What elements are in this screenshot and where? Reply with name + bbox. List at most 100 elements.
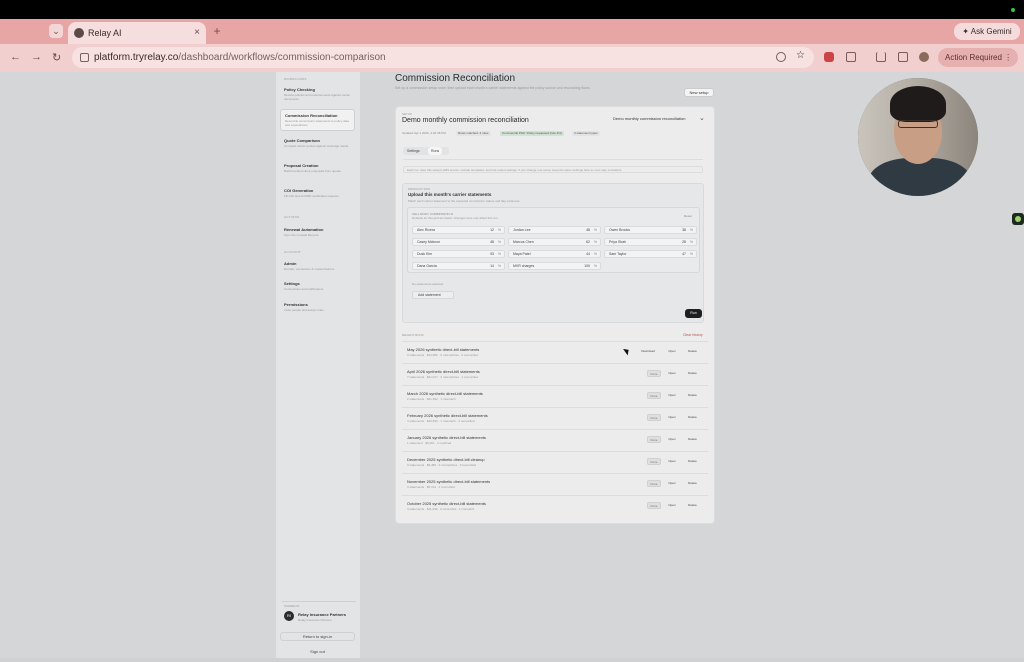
run-open-button[interactable]: Open xyxy=(665,436,679,443)
profile-avatar-icon[interactable] xyxy=(919,52,929,62)
recent-run-row[interactable]: October 2025 synthetic direct-bill state… xyxy=(402,495,708,516)
return-to-sign-in-button[interactable]: Return to sign-in xyxy=(280,632,355,641)
chevron-down-icon[interactable]: ⌄ xyxy=(699,114,705,122)
tab-settings[interactable]: Settings xyxy=(407,147,420,155)
commission-cell[interactable]: Owen Brooks 38% xyxy=(604,226,697,234)
tab-search-chevron-icon[interactable]: ⌄ xyxy=(49,24,63,38)
sidebar-item-quote-comparison[interactable]: Quote Comparison Compare carrier quotes a… xyxy=(280,135,355,157)
extensions-icon[interactable] xyxy=(846,52,856,62)
sidebar-item-description: Connections and notifications xyxy=(284,287,324,291)
cell-value[interactable]: 48 xyxy=(490,239,494,246)
run-open-button[interactable]: Open xyxy=(665,480,679,487)
run-open-button[interactable]: Open xyxy=(665,392,679,399)
commission-cell[interactable]: Dana Garcia 14% xyxy=(412,262,505,270)
sidebar-item-commission-reconciliation[interactable]: Commission Reconciliation Reconcile commi… xyxy=(280,109,355,131)
tab-runs[interactable]: Runs xyxy=(428,147,443,155)
run-delete-button[interactable]: Delete xyxy=(684,502,701,509)
run-open-button[interactable]: Open xyxy=(665,502,679,509)
sidebar-item-renewal-automation[interactable]: Renewal Automation Sync the renewal lifec… xyxy=(280,224,355,246)
run-open-button[interactable]: Open xyxy=(665,348,679,355)
action-required-button[interactable]: Action Required ⋮ xyxy=(938,48,1018,67)
recent-run-row[interactable]: April 2026 synthetic direct-bill stateme… xyxy=(402,363,708,384)
cell-value[interactable]: 28 xyxy=(682,239,686,246)
cell-value[interactable]: 12 xyxy=(490,227,494,234)
sidebar-item-permissions[interactable]: Permissions Invite people and assign role… xyxy=(280,299,355,321)
cell-name: Sam Taylor xyxy=(609,252,627,256)
recent-run-row[interactable]: March 2026 synthetic direct-bill stateme… xyxy=(402,385,708,406)
ask-gemini-label: Ask Gemini xyxy=(970,27,1012,36)
brave-shield-icon[interactable] xyxy=(824,52,834,62)
browser-tab-active[interactable]: Relay AI × xyxy=(68,22,206,44)
add-statement-button[interactable]: Add statement xyxy=(412,291,454,299)
run-open-button[interactable]: Open xyxy=(665,458,679,465)
recent-run-row[interactable]: February 2026 synthetic direct-bill stat… xyxy=(402,407,708,428)
cell-value[interactable]: 47 xyxy=(682,251,686,258)
commission-cell[interactable]: Maya Patel 44% xyxy=(508,250,601,258)
run-delete-button[interactable]: Delete xyxy=(684,370,701,377)
no-statements-text: No statements selected xyxy=(412,282,444,286)
sidebar-item-admin[interactable]: Admin Domain, connectors & customizations xyxy=(280,258,355,280)
sidebar-item-description: Fill COI and ACORD certificates requests xyxy=(284,194,339,198)
page-title: Commission Reconciliation xyxy=(395,73,516,84)
cell-value[interactable]: 48 xyxy=(586,227,590,234)
sidebar-item-proposal-creation[interactable]: Proposal Creation Build branded client pr… xyxy=(280,160,355,182)
setup-select[interactable]: Demo monthly commission reconciliation xyxy=(613,116,685,121)
back-arrow-icon[interactable]: ← xyxy=(10,51,21,63)
sidebar-item-coi-generation[interactable]: COI Generation Fill COI and ACORD certifi… xyxy=(280,185,355,207)
cell-value[interactable]: 100 xyxy=(584,263,590,270)
sidebar-item-label: Settings xyxy=(284,281,300,286)
tab-close-icon[interactable]: × xyxy=(194,22,200,44)
run-summary: 2 statements · $21,302 · 1 mismatch xyxy=(407,397,456,401)
extension-side-icon[interactable] xyxy=(1012,213,1024,225)
cell-value[interactable]: 93 xyxy=(490,251,494,258)
sidebar-item-label: COI Generation xyxy=(284,188,314,193)
address-bar[interactable]: platform.tryrelay.co/dashboard/workflows… xyxy=(72,47,814,68)
forward-arrow-icon[interactable]: → xyxy=(31,51,42,63)
recent-run-row[interactable]: November 2025 synthetic direct-bill stat… xyxy=(402,473,708,494)
commission-cell[interactable]: Casey Mcknon 48% xyxy=(412,238,505,246)
new-setup-button[interactable]: New setup xyxy=(684,88,714,97)
cell-value[interactable]: 62 xyxy=(586,239,590,246)
run-summary: 3 statements · $13,980 · 0 mismatches · … xyxy=(407,353,478,357)
grid-reset-button[interactable]: Reset xyxy=(684,214,692,218)
run-download-button[interactable]: Download xyxy=(637,348,659,355)
zoom-lens-icon[interactable] xyxy=(776,52,786,62)
commission-cell[interactable]: Jordan Lee 48% xyxy=(508,226,601,234)
run-delete-button[interactable]: Delete xyxy=(684,436,701,443)
tab-groups-icon[interactable] xyxy=(898,52,908,62)
recent-run-row[interactable]: January 2026 synthetic direct-bill state… xyxy=(402,429,708,450)
commission-cell[interactable]: Sam Taylor 47% xyxy=(604,250,697,258)
run-summary: 7 statements · $21,017 · 3 mismatches · … xyxy=(407,375,478,379)
sidebar-item-settings[interactable]: Settings Connections and notifications xyxy=(280,278,355,300)
sign-out-button[interactable]: Sign out xyxy=(280,647,355,656)
run-delete-button[interactable]: Delete xyxy=(684,480,701,487)
run-delete-button[interactable]: Delete xyxy=(684,414,701,421)
run-delete-button[interactable]: Delete xyxy=(684,348,701,355)
bookmark-star-icon[interactable]: ☆ xyxy=(796,50,806,61)
commission-cell[interactable]: Dusk Kim 93% xyxy=(412,250,505,258)
cell-value[interactable]: 44 xyxy=(586,251,590,258)
clear-history-button[interactable]: Clear history xyxy=(683,333,703,337)
recent-run-row[interactable]: December 2025 synthetic direct-bill clea… xyxy=(402,451,708,472)
site-info-icon[interactable] xyxy=(80,53,89,62)
new-tab-button[interactable]: + xyxy=(210,24,224,38)
reload-icon[interactable]: ↻ xyxy=(52,51,61,64)
run-delete-button[interactable]: Delete xyxy=(684,392,701,399)
sidebar-item-label: Permissions xyxy=(284,302,308,307)
commission-cell[interactable]: Marcus Chen 62% xyxy=(508,238,601,246)
run-open-button[interactable]: Open xyxy=(665,414,679,421)
run-delete-button[interactable]: Delete xyxy=(684,458,701,465)
recent-run-row[interactable]: May 2026 synthetic direct-bill statement… xyxy=(402,341,708,362)
commission-cell[interactable]: Alex Rivera 12% xyxy=(412,226,505,234)
run-button[interactable]: Run xyxy=(685,309,702,318)
commission-cell[interactable]: Priya Shah 28% xyxy=(604,238,697,246)
run-open-button[interactable]: Open xyxy=(665,370,679,377)
download-icon[interactable] xyxy=(876,52,886,62)
ask-gemini-button[interactable]: ✦ Ask Gemini xyxy=(954,23,1020,40)
sidebar-item-description: Sync the renewal lifecycle xyxy=(284,233,319,237)
cell-unit: % xyxy=(689,228,693,232)
sidebar-item-policy-checking[interactable]: Policy Checking Review policies and endor… xyxy=(280,84,355,106)
cell-value[interactable]: 38 xyxy=(682,227,686,234)
cell-value[interactable]: 14 xyxy=(490,263,494,270)
commission-cell[interactable]: MVR charges 100% xyxy=(508,262,601,270)
